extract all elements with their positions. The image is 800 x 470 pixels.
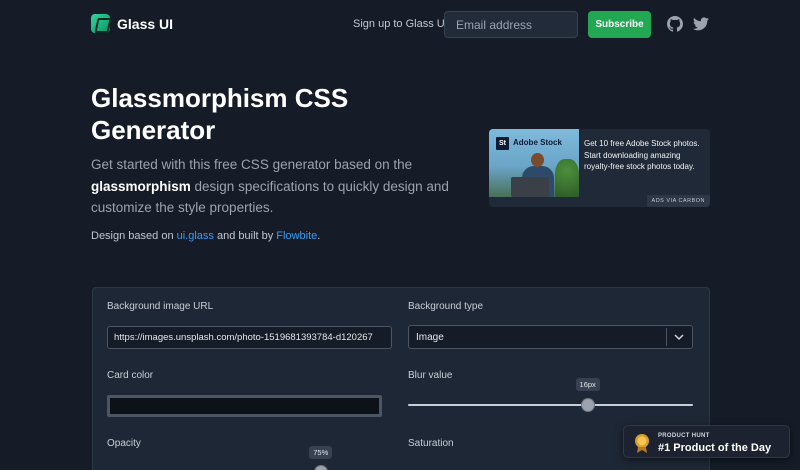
opacity-value-tooltip: 75% [309, 446, 333, 459]
hero-desc-before: Get started with this free CSS generator… [91, 157, 413, 172]
ad-brand: Adobe Stock [513, 138, 562, 147]
product-hunt-title: #1 Product of the Day [658, 442, 772, 454]
signup-label: Sign up to Glass UI: [353, 18, 451, 30]
ad-image[interactable]: St Adobe Stock [489, 129, 579, 197]
bg-type-value: Image [416, 332, 444, 343]
bg-type-label: Background type [408, 301, 484, 312]
ad-image-person-head [531, 153, 544, 167]
subscribe-button[interactable]: Subscribe [588, 11, 651, 38]
opacity-label: Opacity [107, 438, 141, 449]
ad-image-laptop [511, 177, 549, 197]
ui-glass-link[interactable]: ui.glass [177, 230, 214, 242]
credits-line: Design based on ui.glass and built by Fl… [91, 230, 320, 242]
carbon-ad[interactable]: St Adobe Stock Get 10 free Adobe Stock p… [489, 129, 710, 207]
product-hunt-badge[interactable]: PRODUCT HUNT #1 Product of the Day [623, 425, 790, 458]
generator-panel [92, 287, 710, 470]
ads-via-carbon-link[interactable]: ADS VIA CARBON [646, 195, 710, 207]
product-hunt-kicker: PRODUCT HUNT [658, 433, 710, 439]
medal-icon [635, 434, 649, 453]
bg-url-label: Background image URL [107, 301, 214, 312]
bg-url-input[interactable] [107, 326, 392, 349]
credits-suffix: . [317, 230, 321, 242]
twitter-icon[interactable] [693, 17, 709, 31]
top-navbar: Glass UI Sign up to Glass UI: Subscribe [0, 0, 800, 50]
hero-description: Get started with this free CSS generator… [91, 154, 461, 219]
bg-type-select[interactable]: Image [408, 325, 693, 349]
email-input[interactable] [444, 11, 578, 38]
credits-prefix: Design based on [91, 230, 177, 242]
adobe-stock-logo: St [496, 137, 509, 150]
blur-value-tooltip: 16px [575, 378, 600, 391]
card-color-picker[interactable] [107, 395, 382, 417]
ad-image-plant [555, 159, 579, 197]
blur-slider-thumb[interactable] [580, 398, 595, 412]
github-icon[interactable] [667, 16, 683, 32]
hero-desc-bold: glassmorphism [91, 178, 191, 194]
logo-text: Glass UI [117, 15, 174, 32]
card-color-label: Card color [107, 370, 154, 381]
select-divider [666, 328, 667, 346]
credits-middle: and built by [213, 230, 277, 242]
page-title: Glassmorphism CSS Generator [91, 83, 349, 145]
logo[interactable]: Glass UI [91, 14, 173, 33]
chevron-down-icon [674, 334, 684, 341]
blur-slider-track[interactable] [408, 404, 693, 406]
ad-text[interactable]: Get 10 free Adobe Stock photos. Start do… [584, 138, 704, 173]
glass-ui-logo-icon [91, 14, 110, 33]
saturation-label: Saturation [408, 438, 454, 449]
blur-label: Blur value [408, 370, 453, 381]
flowbite-link[interactable]: Flowbite [276, 230, 317, 242]
